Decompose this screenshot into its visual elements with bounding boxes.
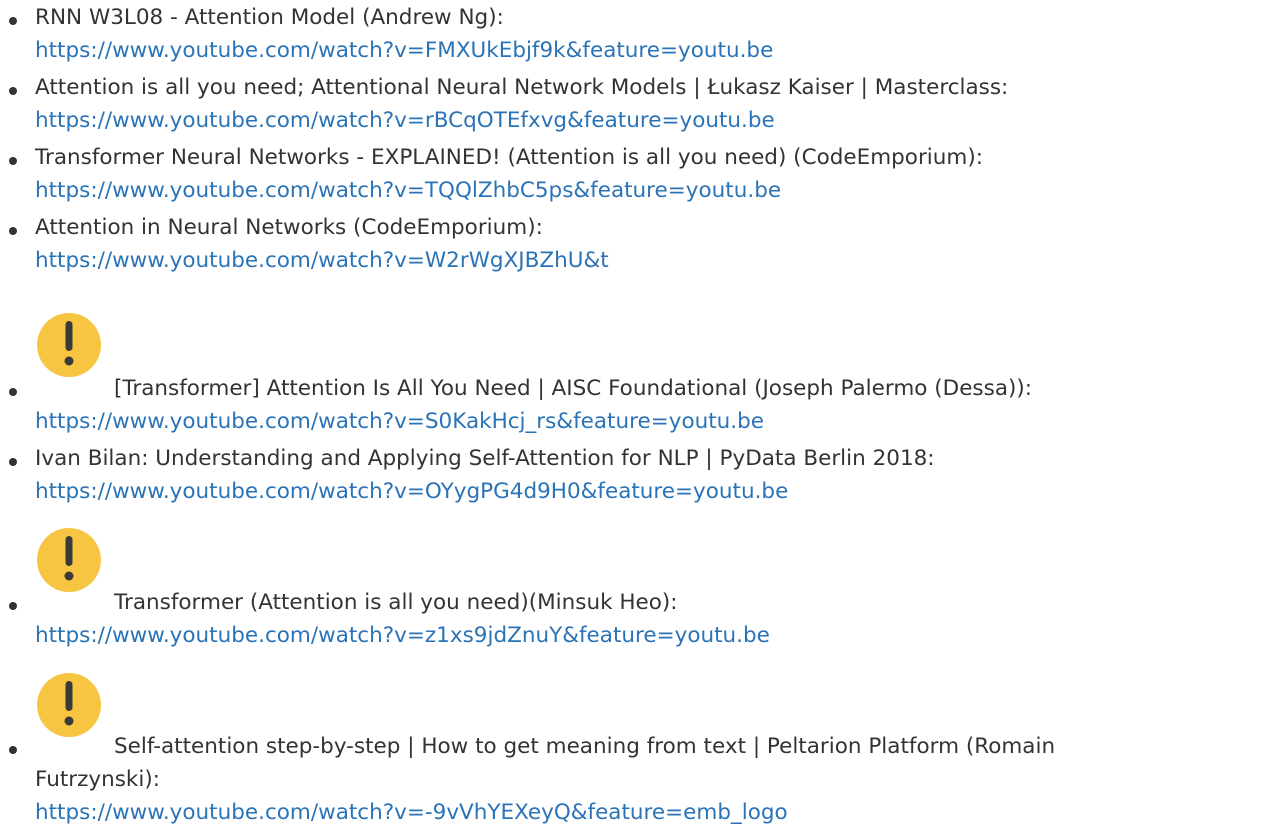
reference-title: RNN W3L08 - Attention Model (Andrew Ng): <box>35 5 504 30</box>
reference-title: Attention is all you need; Attentional N… <box>35 75 1009 100</box>
reference-link[interactable]: https://www.youtube.com/watch?v=TQQlZhbC… <box>35 174 781 207</box>
reference-title: Transformer Neural Networks - EXPLAINED!… <box>35 145 983 170</box>
important-icon <box>37 528 111 602</box>
reference-title: Self-attention step-by-step | How to get… <box>114 734 1056 759</box>
important-icon <box>37 673 111 747</box>
bullet <box>9 388 17 396</box>
reference-link[interactable]: https://www.youtube.com/watch?v=z1xs9jdZ… <box>35 619 770 652</box>
important-icon <box>37 313 111 387</box>
reference-title: [Transformer] Attention Is All You Need … <box>114 376 1033 401</box>
bullet <box>9 602 17 610</box>
reference-title: Ivan Bilan: Understanding and Applying S… <box>35 446 935 471</box>
reference-link[interactable]: https://www.youtube.com/watch?v=-9vVhYEX… <box>35 796 788 829</box>
bullet <box>9 157 17 165</box>
reference-link[interactable]: https://www.youtube.com/watch?v=OYygPG4d… <box>35 475 788 508</box>
bullet <box>9 458 17 466</box>
reference-link[interactable]: https://www.youtube.com/watch?v=S0KakHcj… <box>35 405 764 438</box>
reference-link[interactable]: https://www.youtube.com/watch?v=FMXUkEbj… <box>35 34 773 67</box>
bullet <box>9 87 17 95</box>
reference-title: Transformer (Attention is all you need)(… <box>114 590 678 615</box>
reference-link[interactable]: https://www.youtube.com/watch?v=rBCqOTEf… <box>35 104 775 137</box>
reference-link[interactable]: https://www.youtube.com/watch?v=W2rWgXJB… <box>35 244 609 277</box>
reference-title-continuation: Futrzynski): <box>35 767 160 792</box>
bullet <box>9 227 17 235</box>
bullet <box>9 17 17 25</box>
reference-title: Attention in Neural Networks (CodeEmpori… <box>35 215 543 240</box>
bullet <box>9 746 17 754</box>
